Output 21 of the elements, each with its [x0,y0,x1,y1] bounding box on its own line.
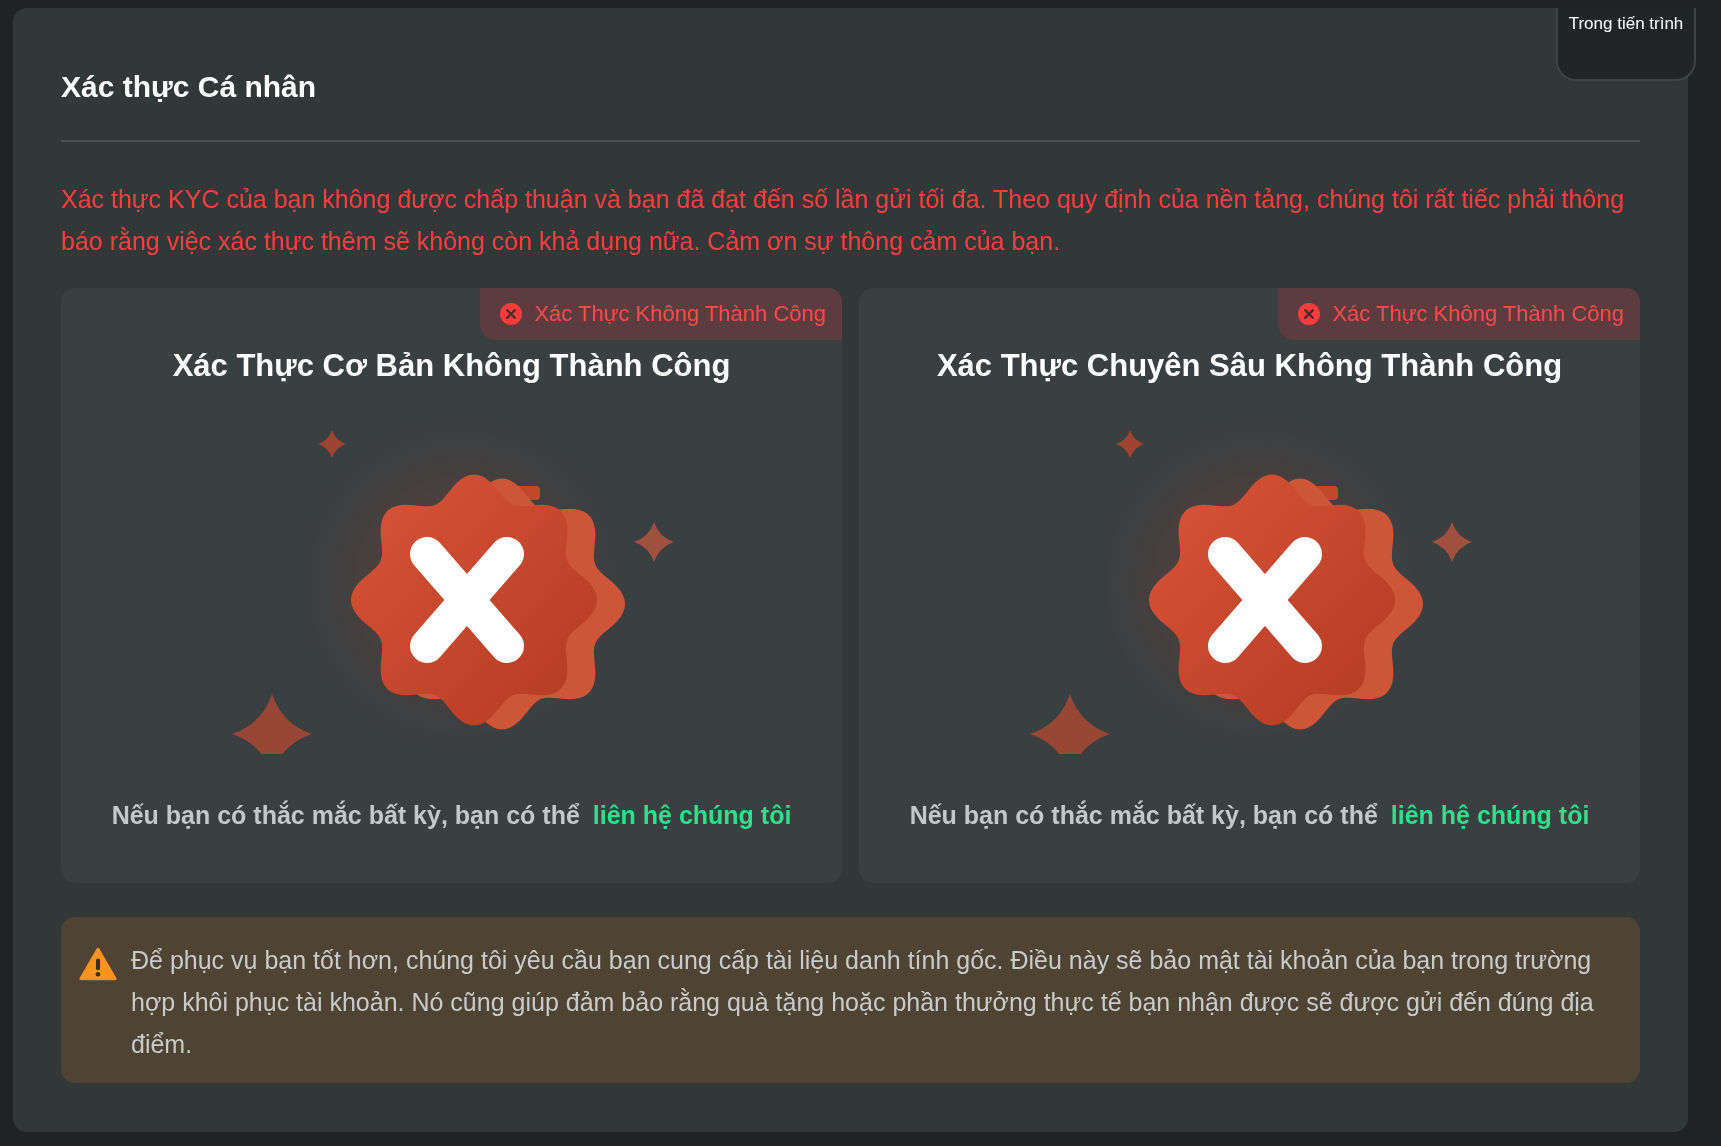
help-text: Nếu bạn có thắc mắc bất kỳ, bạn có thể liên hệ chúng tôi [909,799,1590,831]
sparkle-icon [1029,694,1110,754]
warning-icon [79,947,117,981]
alert-text: Xác thực KYC của bạn không được chấp thuận và bạn đã đạt đến số lần gửi tối đa. Theo quy định của nền tảng, chúng tôi rất tiếc phải thông báo rằng việc xác thực thêm sẽ không còn khả dụng nữa. Cảm ơn sự thông cảm của bạn. [61,184,1626,257]
sparkle-icon [231,694,312,754]
status-tooltip: Trong tiến trình [1556,8,1696,81]
card-title: Xác Thực Chuyên Sâu Không Thành Công [936,348,1563,384]
sparkle-icon [317,430,346,458]
status-label: Xác Thực Không Thành Công [534,301,826,327]
notice-text: Để phục vụ bạn tốt hơn, chúng tôi yêu cầu bạn cung cấp tài liệu danh tính gốc. Điều này sẽ bảo mật tài khoản của bạn trong trường hợp khôi phục tài khoản. Nó cũng giúp đảm bảo rằng quà tặng hoặc phần thưởng thực tế bạn nhận được sẽ được gửi đến đúng địa điểm. [131,945,1595,1060]
contact-link[interactable]: liên hệ chúng tôi [1390,801,1590,829]
contact-link[interactable]: liên hệ chúng tôi [592,801,792,829]
error-icon [1298,303,1321,325]
sparkle-icon [1115,430,1144,458]
sparkle-icon [1431,522,1472,562]
error-icon [500,303,523,325]
sparkle-icon [633,522,674,562]
card-title: Xác Thực Cơ Bản Không Thành Công [172,348,731,384]
status-label: Xác Thực Không Thành Công [1332,301,1624,327]
page-title: Xác thực Cá nhân [61,70,318,104]
help-text: Nếu bạn có thắc mắc bất kỳ, bạn có thể liên hệ chúng tôi [111,799,792,831]
